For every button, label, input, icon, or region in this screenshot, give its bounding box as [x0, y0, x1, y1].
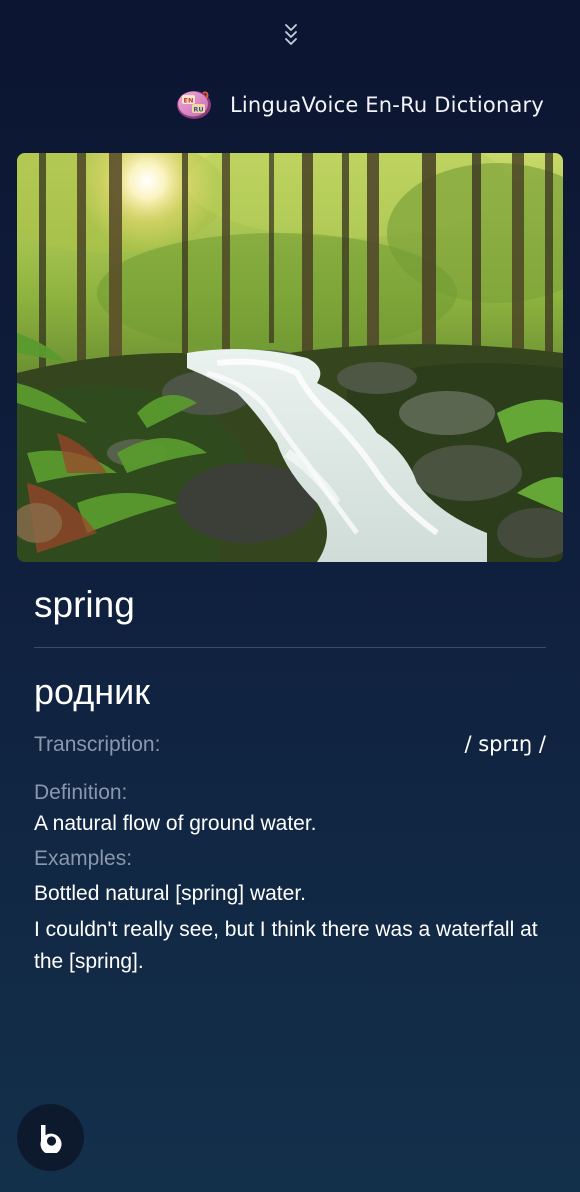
app-header: EN RU LinguaVoice En-Ru Dictionary [0, 86, 580, 126]
bixby-icon [40, 1124, 61, 1153]
divider [34, 647, 546, 648]
word-illustration-image [17, 153, 563, 562]
transcription-row: Transcription: / sprɪŋ / [34, 730, 546, 760]
transcription-value: / sprɪŋ / [464, 732, 546, 756]
collapse-button[interactable] [276, 20, 306, 50]
headword: spring [34, 584, 135, 625]
definition-text: A natural flow of ground water. [34, 812, 317, 835]
dictionary-entry: spring родник Transcription: / sprɪŋ / D… [34, 580, 546, 978]
bixby-button[interactable] [17, 1104, 84, 1171]
svg-text:EN: EN [184, 96, 194, 104]
example-sentence: I couldn't really see, but I think there… [34, 918, 538, 973]
svg-text:RU: RU [193, 105, 203, 113]
chevron-triple-down-icon [285, 24, 297, 45]
examples-label: Examples: [34, 847, 133, 870]
linguavoice-app-icon: EN RU [176, 89, 212, 121]
app-title: LinguaVoice En-Ru Dictionary [230, 93, 545, 117]
transcription-label: Transcription: [34, 733, 161, 756]
definition-label: Definition: [34, 781, 128, 804]
example-sentence: Bottled natural [spring] water. [34, 882, 306, 905]
translation: родник [34, 671, 150, 712]
